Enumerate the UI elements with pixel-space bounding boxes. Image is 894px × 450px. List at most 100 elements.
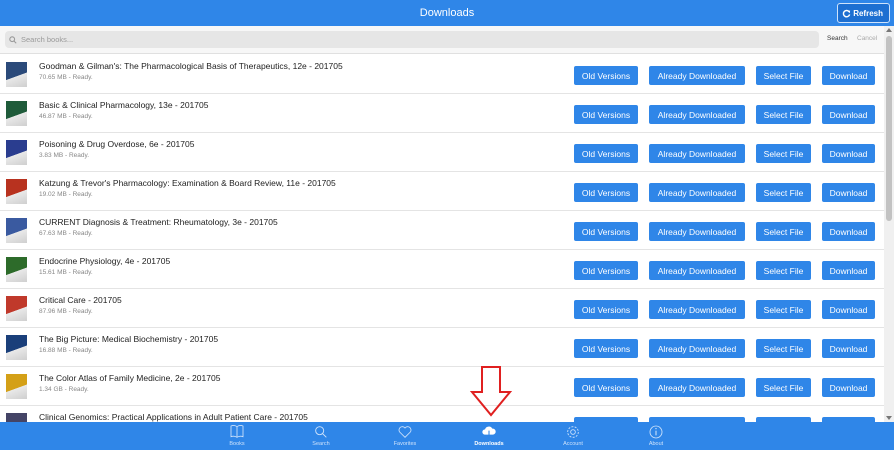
old-versions-button[interactable]: Old Versions [574,183,638,202]
book-status: 3.83 MB - Ready. [39,152,90,159]
download-button[interactable]: Download [822,222,875,241]
book-row: The Color Atlas of Family Medicine, 2e -… [0,367,884,406]
annotation-arrow [469,366,513,417]
book-title: Goodman & Gilman's: The Pharmacological … [39,61,343,71]
book-title: Poisoning & Drug Overdose, 6e - 201705 [39,139,195,149]
book-cover-image [6,413,27,422]
book-title: CURRENT Diagnosis & Treatment: Rheumatol… [39,217,278,227]
book-row: Poisoning & Drug Overdose, 6e - 201705 3… [0,133,884,172]
book-cover-image [6,62,27,87]
book-title: The Big Picture: Medical Biochemistry - … [39,334,219,344]
old-versions-button[interactable]: Old Versions [574,144,638,163]
book-row: Clinical Genomics: Practical Application… [0,406,884,422]
old-versions-button[interactable]: Old Versions [574,378,638,397]
downloads-list: Goodman & Gilman's: The Pharmacological … [0,55,884,422]
select-file-button[interactable]: Select File [756,261,811,280]
tab-account[interactable]: Account [543,422,603,450]
already-downloaded-button[interactable]: Already Downloaded [649,66,745,85]
already-downloaded-button[interactable]: Already Downloaded [649,339,745,358]
search-bar: Search Cancel [0,26,884,54]
tab-label: Favorites [393,441,417,447]
already-downloaded-button[interactable]: Already Downloaded [649,261,745,280]
search-button[interactable]: Search [827,35,848,42]
magnifier-icon [9,35,17,44]
select-file-button[interactable]: Select File [756,105,811,124]
book-cover-image [6,257,27,282]
scroll-thumb[interactable] [886,36,892,221]
scroll-up-arrow[interactable] [886,28,892,32]
tab-downloads[interactable]: Downloads [459,422,519,450]
book-cover-image [6,179,27,204]
select-file-button[interactable]: Select File [756,339,811,358]
already-downloaded-button[interactable]: Already Downloaded [649,105,745,124]
old-versions-button[interactable]: Old Versions [574,300,638,319]
scroll-down-arrow[interactable] [886,416,892,420]
gear-icon [567,426,579,438]
title-bar: Downloads Refresh [0,0,894,26]
app-window: Downloads Refresh Search Cancel Goodman … [0,0,894,450]
old-versions-button[interactable]: Old Versions [574,339,638,358]
tab-bar: Books Search Favorites Downloads Account… [0,422,894,450]
book-icon [230,425,244,438]
tab-favorites[interactable]: Favorites [375,422,435,450]
download-button[interactable]: Download [822,339,875,358]
download-button[interactable]: Download [822,183,875,202]
page-title: Downloads [419,7,475,19]
book-cover-image [6,101,27,126]
book-status: 70.65 MB - Ready. [39,74,93,81]
book-row: CURRENT Diagnosis & Treatment: Rheumatol… [0,211,884,250]
search-field[interactable] [5,31,819,48]
old-versions-button[interactable]: Old Versions [574,105,638,124]
book-status: 19.02 MB - Ready. [39,191,93,198]
book-title: Katzung & Trevor's Pharmacology: Examina… [39,178,336,188]
download-button[interactable]: Download [822,378,875,397]
book-row: The Big Picture: Medical Biochemistry - … [0,328,884,367]
book-status: 16.88 MB - Ready. [39,347,93,354]
already-downloaded-button[interactable]: Already Downloaded [649,222,745,241]
book-status: 46.87 MB - Ready. [39,113,93,120]
refresh-button[interactable]: Refresh [837,3,890,23]
tab-label: Account [563,441,583,447]
already-downloaded-button[interactable]: Already Downloaded [649,183,745,202]
select-file-button[interactable]: Select File [756,378,811,397]
already-downloaded-button[interactable]: Already Downloaded [649,300,745,319]
old-versions-button[interactable]: Old Versions [574,66,638,85]
book-row: Critical Care - 201705 87.96 MB - Ready.… [0,289,884,328]
old-versions-button[interactable]: Old Versions [574,222,638,241]
select-file-button[interactable]: Select File [756,144,811,163]
book-status: 87.96 MB - Ready. [39,308,93,315]
download-button[interactable]: Download [822,144,875,163]
book-title: Clinical Genomics: Practical Application… [39,412,308,422]
refresh-icon [842,9,851,18]
book-row: Katzung & Trevor's Pharmacology: Examina… [0,172,884,211]
tab-about[interactable]: About [626,422,686,450]
download-button[interactable]: Download [822,300,875,319]
select-file-button[interactable]: Select File [756,300,811,319]
book-cover-image [6,140,27,165]
scrollbar[interactable] [884,26,894,422]
select-file-button[interactable]: Select File [756,66,811,85]
download-button[interactable]: Download [822,261,875,280]
download-button[interactable]: Download [822,105,875,124]
tab-books[interactable]: Books [207,422,267,450]
cancel-button[interactable]: Cancel [857,35,877,42]
book-row: Basic & Clinical Pharmacology, 13e - 201… [0,94,884,133]
select-file-button[interactable]: Select File [756,183,811,202]
book-title: Critical Care - 201705 [39,295,122,305]
search-input[interactable] [21,35,781,44]
book-cover-image [6,296,27,321]
old-versions-button[interactable]: Old Versions [574,261,638,280]
tab-search[interactable]: Search [291,422,351,450]
heart-icon [398,426,412,438]
already-downloaded-button[interactable]: Already Downloaded [649,378,745,397]
tab-label: Books [229,441,245,447]
select-file-button[interactable]: Select File [756,222,811,241]
refresh-label: Refresh [853,8,883,18]
book-status: 15.61 MB - Ready. [39,269,93,276]
book-status: 67.63 MB - Ready. [39,230,93,237]
download-button[interactable]: Download [822,66,875,85]
tab-label: Downloads [474,441,504,447]
search-icon [315,426,327,438]
cloud-download-icon [482,426,496,439]
already-downloaded-button[interactable]: Already Downloaded [649,144,745,163]
